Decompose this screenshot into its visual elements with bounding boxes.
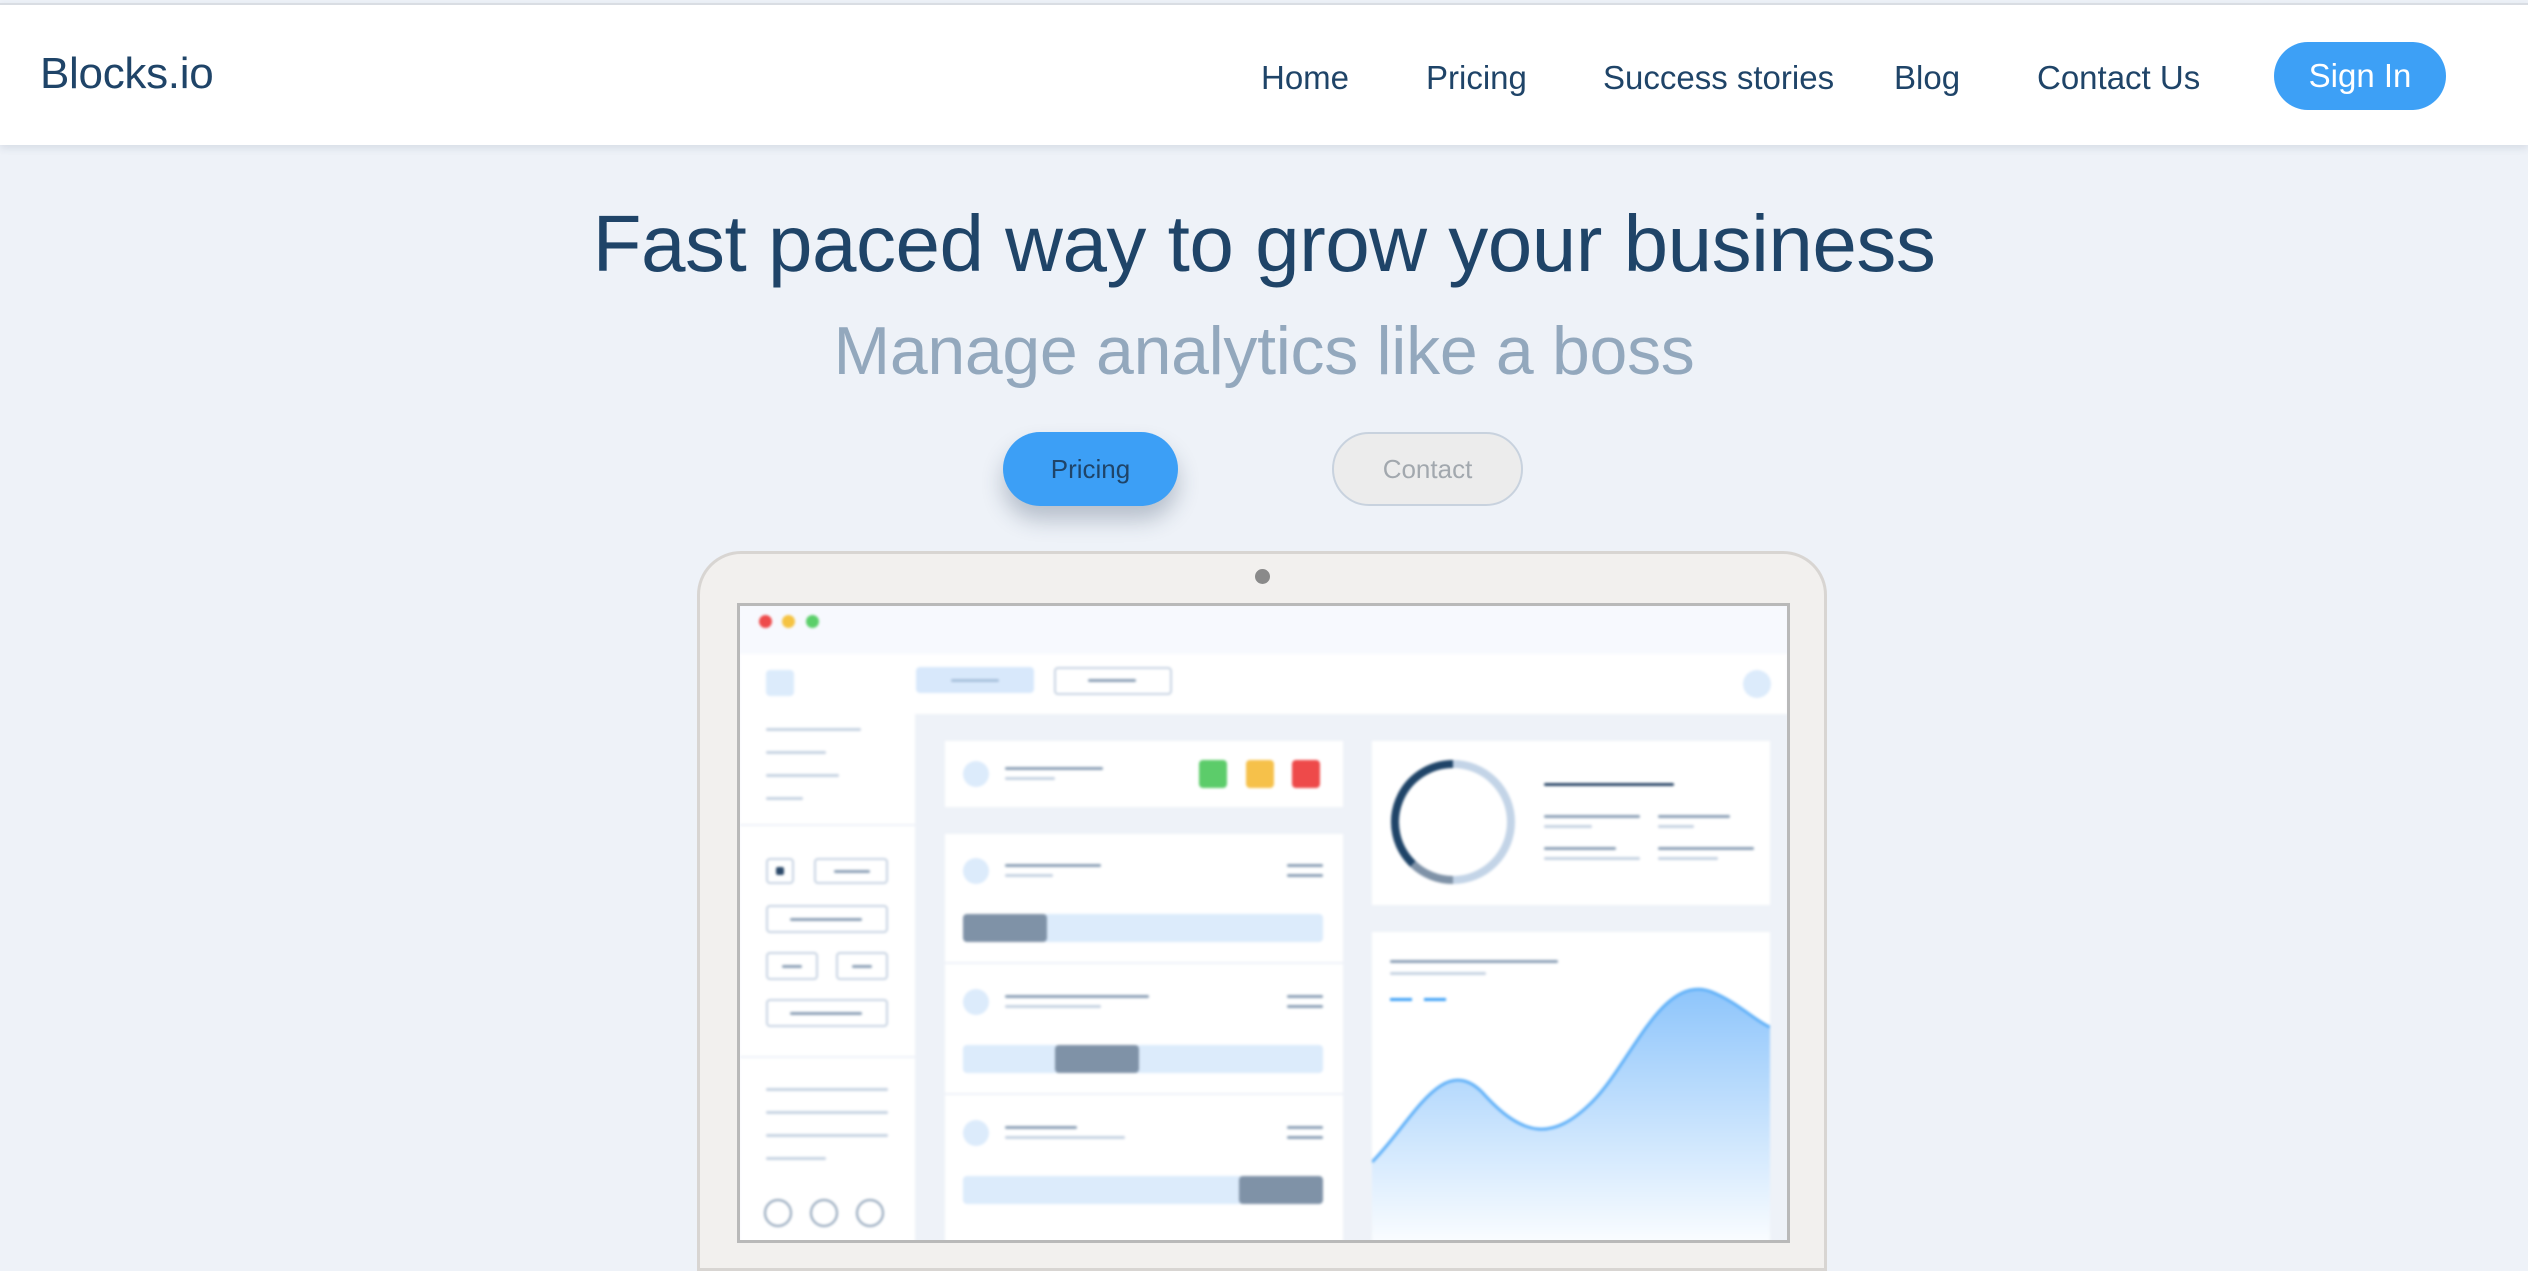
nav-link-blog[interactable]: Blog: [1894, 59, 1960, 97]
window-minimize-dot: [782, 615, 795, 628]
status-chip-yellow: [1246, 760, 1274, 788]
nav-link-success-stories[interactable]: Success stories: [1603, 59, 1834, 97]
status-chip-red: [1292, 760, 1320, 788]
hero-subtitle: Manage analytics like a boss: [833, 313, 1695, 389]
contact-button[interactable]: Contact: [1332, 432, 1523, 506]
mock-sidebar: [740, 654, 915, 1240]
sign-in-button[interactable]: Sign In: [2274, 42, 2446, 110]
top-navbar: Blocks.io Home Pricing Success stories B…: [0, 3, 2528, 145]
laptop-camera: [1255, 569, 1270, 584]
nav-link-home[interactable]: Home: [1261, 59, 1349, 97]
nav-link-contact-us[interactable]: Contact Us: [2037, 59, 2200, 97]
window-maximize-dot: [806, 615, 819, 628]
hero-title: Fast paced way to grow your business: [592, 199, 1936, 288]
nav-link-pricing[interactable]: Pricing: [1426, 59, 1527, 97]
status-chip-green: [1199, 760, 1227, 788]
area-chart-graphic: [1372, 987, 1770, 1240]
dashboard-screenshot: [737, 603, 1790, 1243]
mock-window-titlebar: [740, 606, 1787, 654]
pricing-button[interactable]: Pricing: [1003, 432, 1178, 506]
donut-chart-icon: [1391, 760, 1515, 884]
window-close-dot: [759, 615, 772, 628]
brand-logo[interactable]: Blocks.io: [40, 49, 214, 99]
